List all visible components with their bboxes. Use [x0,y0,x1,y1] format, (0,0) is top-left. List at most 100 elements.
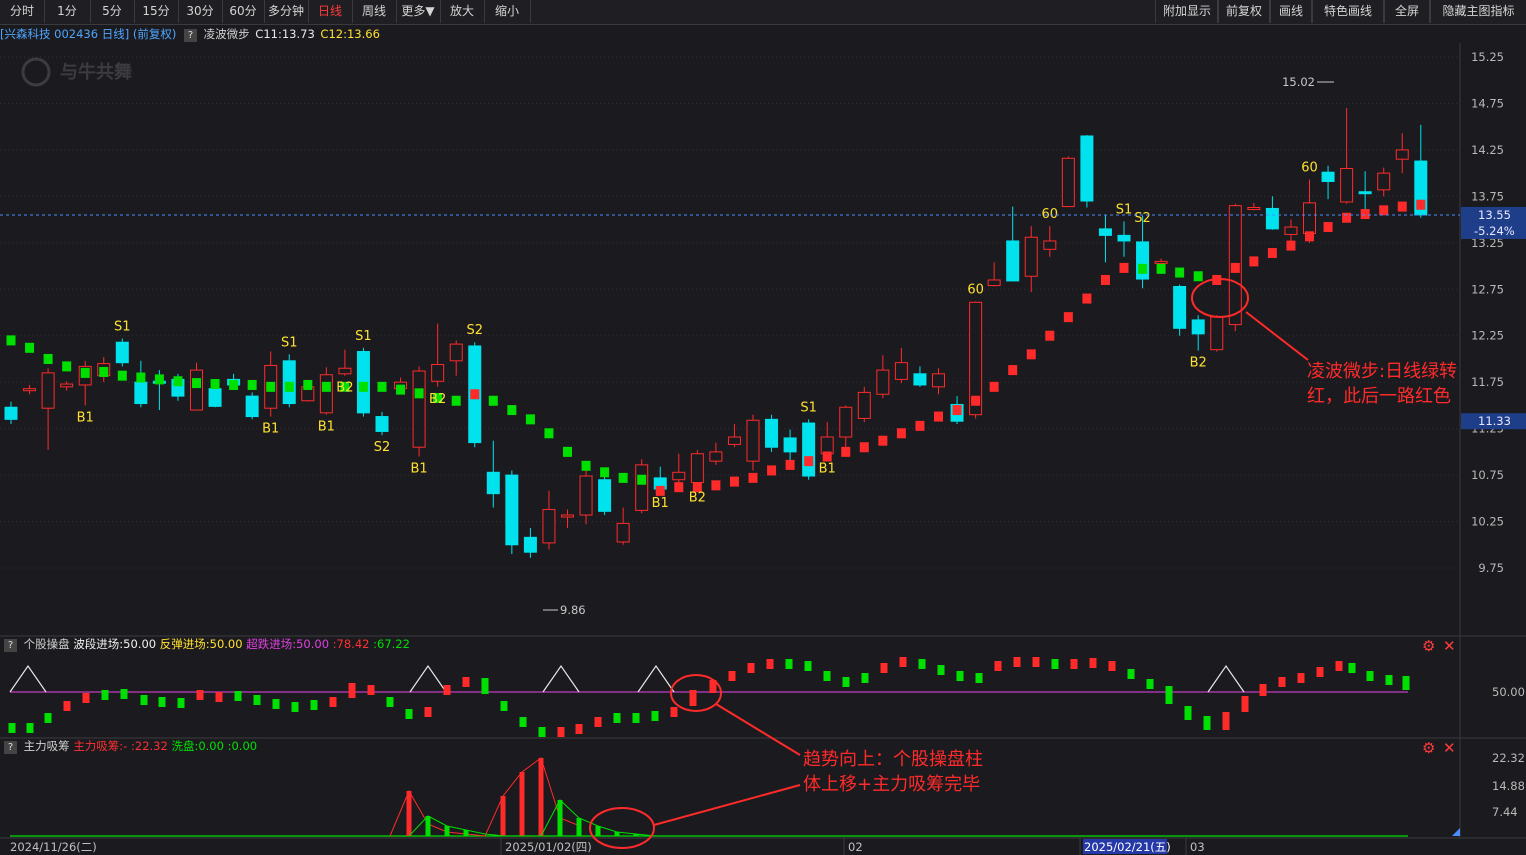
candle-body[interactable] [1247,207,1261,211]
toolbar-button-left-7[interactable]: 日线 [308,0,353,23]
candle-body[interactable] [1377,172,1391,191]
candle-body[interactable] [190,369,203,411]
candle-body[interactable] [932,373,945,388]
candle-body[interactable] [876,369,890,395]
candle-body[interactable] [1358,191,1372,195]
toolbar-button-right-3[interactable]: 特色画线 [1311,0,1385,23]
help-icon[interactable]: ? [183,29,197,42]
toolbar-button-left-11[interactable]: 缩小 [484,0,531,23]
candle-body[interactable] [1303,202,1316,235]
candle-body[interactable] [245,395,259,418]
candle-body[interactable] [4,406,18,420]
candle-body[interactable] [820,436,834,455]
candle-body[interactable] [486,471,500,495]
toolbar-button-left-8[interactable]: 周线 [352,0,397,23]
candle-body[interactable] [1340,167,1354,203]
toolbar-button-right-2[interactable]: 画线 [1269,0,1313,23]
stock-title[interactable]: [兴森科技 002436 日线] [0,27,129,41]
lingbo-step-marker [822,451,832,462]
candle-body[interactable] [987,279,1001,287]
candle-body[interactable] [1117,234,1131,242]
candle-body[interactable] [635,464,649,511]
gear-icon[interactable]: ⚙ [1422,637,1435,655]
sub2-name[interactable]: 主力吸筹 [24,739,70,753]
candle-body[interactable] [523,536,537,553]
sub1-bar [291,702,299,712]
close-icon[interactable]: ✕ [1443,739,1456,757]
lingbo-step-marker [1026,349,1036,360]
candle-body[interactable] [765,418,779,448]
candle-body[interactable] [1098,228,1112,236]
toolbar-button-right-5[interactable]: 隐藏主图指标 [1429,0,1526,23]
candle-body[interactable] [1043,240,1057,250]
candle-body[interactable] [746,419,760,462]
lingbo-step-marker [859,442,869,453]
candle-body[interactable] [375,416,389,432]
candle-body[interactable] [783,437,797,453]
toolbar-button-left-9[interactable]: 更多▼ [396,0,441,23]
candle-body[interactable] [1154,260,1168,264]
candle-body[interactable] [505,474,519,546]
candle-body[interactable] [1024,236,1038,277]
candle-body[interactable] [1210,316,1224,351]
close-icon[interactable]: ✕ [1443,637,1456,655]
candle-body[interactable] [1321,171,1335,182]
candle-body[interactable] [727,436,741,445]
sub1-name[interactable]: 个股操盘 [24,637,70,651]
gear-icon[interactable]: ⚙ [1422,739,1435,757]
toolbar-button-left-5[interactable]: 60分 [222,0,265,23]
candle-body[interactable] [208,388,222,407]
candle-body[interactable] [431,364,445,382]
candle-body[interactable] [412,370,426,448]
candle-body[interactable] [1191,319,1205,335]
candle-body[interactable] [1173,285,1187,329]
candle-body[interactable] [579,475,593,516]
candle-body[interactable] [319,374,333,414]
toolbar-button-left-4[interactable]: 30分 [178,0,223,23]
sub1-rebound: 反弹进场:50.00 [159,637,243,651]
help-icon[interactable]: ? [4,741,17,754]
candle-body[interactable] [839,406,853,438]
help-icon[interactable]: ? [4,639,17,652]
candle-body[interactable] [115,341,129,364]
toolbar-button-right-0[interactable]: 附加显示 [1155,0,1219,23]
candle-body[interactable] [1061,157,1075,208]
toolbar-button-left-3[interactable]: 15分 [134,0,179,23]
sub1-triangle [637,664,675,693]
toolbar-button-left-6[interactable]: 多分钟 [264,0,309,23]
candle-body[interactable] [1006,240,1020,282]
candle-body[interactable] [894,362,908,380]
candle-body[interactable] [542,508,556,544]
toolbar-button-left-1[interactable]: 1分 [44,0,91,23]
candle-body[interactable] [616,522,630,543]
candle-body[interactable] [857,391,871,419]
toolbar-button-right-4[interactable]: 全屏 [1383,0,1431,23]
candle-body[interactable] [802,422,816,477]
candle-body[interactable] [60,383,74,388]
candle-body[interactable] [690,453,704,484]
candle-body[interactable] [1080,135,1094,202]
candle-body[interactable] [41,372,55,409]
resize-handle-icon[interactable] [1452,828,1460,836]
candle-body[interactable] [23,388,37,392]
main-candlestick-chart[interactable]: 15.2514.7514.2513.7513.2512.7512.2511.75… [0,43,1526,855]
toolbar-button-left-2[interactable]: 5分 [90,0,135,23]
signal-label-s1: S1 [281,335,298,350]
toolbar-button-left-0[interactable]: 分时 [0,0,45,23]
candle-body[interactable] [1265,207,1279,230]
candle-body[interactable] [561,514,574,518]
candle-body[interactable] [1284,226,1298,235]
candle-body[interactable] [134,381,148,405]
toolbar-button-right-1[interactable]: 前复权 [1217,0,1271,23]
candle-body[interactable] [449,343,463,362]
candle-body[interactable] [598,479,612,512]
candle-body[interactable] [913,373,927,386]
indicator-name[interactable]: 凌波微步 [204,27,250,41]
signal-label-b1: B1 [652,496,669,511]
candle-body[interactable] [672,471,686,481]
candle-body[interactable] [709,451,723,462]
toolbar-button-left-10[interactable]: 放大 [440,0,485,23]
fq-label[interactable]: (前复权) [133,27,176,41]
candle-body[interactable] [338,367,352,375]
candle-body[interactable] [1395,149,1409,160]
